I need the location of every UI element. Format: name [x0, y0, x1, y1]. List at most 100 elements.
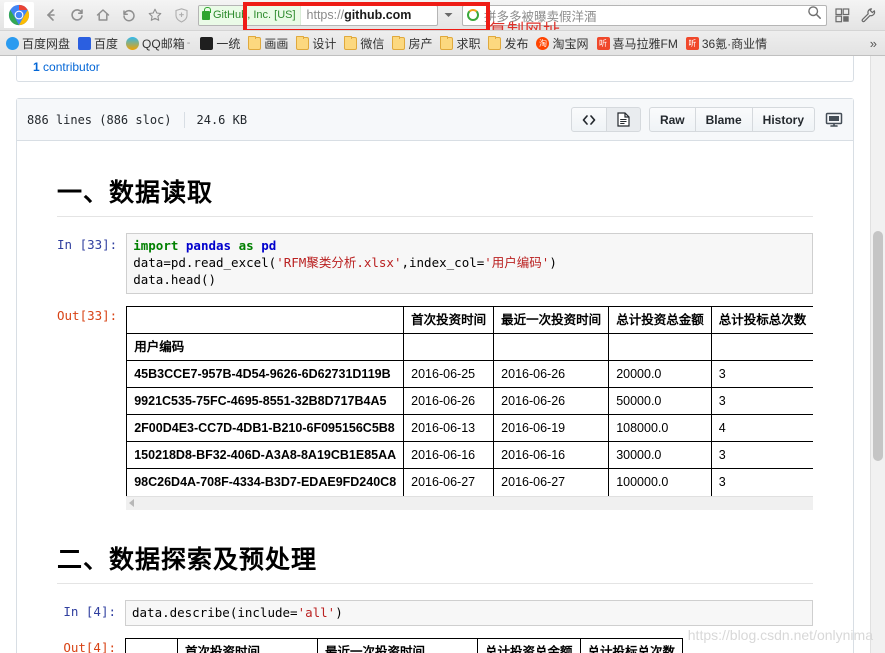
site-identity-badge[interactable]: GitHub, Inc. [US]: [199, 5, 301, 25]
bookmark-qqmail[interactable]: QQ邮箱 -: [122, 33, 196, 54]
index-name-cell: 用户编码: [126, 332, 405, 361]
apps-grid-icon[interactable]: [829, 3, 855, 27]
bookmark-star-icon[interactable]: [142, 3, 168, 27]
back-button[interactable]: [38, 3, 64, 27]
column-header: 总计投标总次数: [710, 305, 813, 334]
code-token-import: import: [133, 238, 179, 253]
bookmark-folder-weixin[interactable]: 微信: [340, 33, 388, 54]
bookmark-folder-sheji[interactable]: 设计: [292, 33, 340, 54]
cell: 30000.0: [608, 441, 712, 470]
page-scrollbar[interactable]: [870, 56, 885, 653]
bookmark-folder-fabu[interactable]: 发布: [484, 33, 532, 54]
site-identity-label: GitHub, Inc. [US]: [213, 9, 296, 21]
column-header: 总计投资总金额: [477, 638, 581, 653]
cell: 2016-06-26: [403, 386, 495, 416]
corner-cell: [125, 638, 178, 653]
table-horizontal-scrollbar[interactable]: [126, 495, 813, 510]
bookmark-label: 发布: [504, 36, 529, 51]
bookmark-label: 百度网盘: [22, 36, 71, 51]
in-prompt-4: In [4]:: [63, 603, 116, 619]
code-line2-str1: 'RFM聚类分析.xlsx': [276, 254, 402, 270]
file-box: 886 lines (886 sloc) 24.6 KB Raw Blame H…: [16, 98, 854, 653]
bookmark-yitong[interactable]: 一统: [196, 33, 244, 54]
history-button[interactable]: [116, 3, 142, 27]
cell: 3: [710, 468, 813, 497]
bookmark-folder-qiuzhi[interactable]: 求职: [436, 33, 484, 54]
cell: 2016-06-19: [493, 414, 610, 443]
url-dropdown-icon[interactable]: [440, 5, 456, 26]
raw-button[interactable]: Raw: [648, 107, 696, 132]
bookmark-36kr[interactable]: 听 36氪·商业情: [682, 33, 771, 54]
table-row: 98C26D4A-708F-4334-B3D7-EDAE9FD240C8 201…: [126, 468, 813, 497]
folder-icon: [392, 35, 406, 50]
bookmark-taobao[interactable]: 淘 淘宝网: [532, 33, 592, 54]
shield-icon[interactable]: [168, 3, 194, 27]
dataframe-table-1: 首次投资时间 最近一次投资时间 总计投资总金额 总计投标总次数 用户编码 45B…: [126, 305, 813, 497]
lock-icon: [202, 6, 211, 20]
open-in-desktop-icon[interactable]: [825, 112, 843, 128]
table-index-name-row: 用户编码: [126, 332, 813, 361]
folder-icon: [248, 35, 262, 50]
bookmark-label: 淘宝网: [552, 36, 589, 51]
file-meta-divider: [183, 111, 185, 128]
bookmarks-overflow-button[interactable]: »: [864, 36, 883, 51]
code-view-button[interactable]: [570, 107, 607, 132]
preview-view-button[interactable]: [605, 107, 641, 132]
history-button[interactable]: History: [751, 107, 815, 132]
folder-icon: [440, 35, 454, 50]
out-prompt-33: Out[33]:: [57, 307, 118, 323]
home-button[interactable]: [90, 3, 116, 27]
contributors-link[interactable]: 1 contributor: [33, 60, 100, 74]
url-scheme: https://: [306, 8, 345, 22]
dataframe-output-1: 首次投资时间 最近一次投资时间 总计投资总金额 总计投标总次数 用户编码 45B…: [126, 304, 813, 510]
notebook-output-cell-33: Out[33]: 首次投资时间 最近一次投资时间 总计投资总金额 总计投标总次数…: [57, 304, 813, 510]
bookmark-baidupan[interactable]: 百度网盘: [2, 33, 74, 54]
bookmark-label: 设计: [312, 36, 337, 51]
cell: 2016-06-26: [493, 359, 610, 389]
code-token-pandas: pandas: [185, 238, 232, 253]
dataframe-table-2: 首次投资时间 最近一次投资时间 总计投资总金额 总计投标总次数 count: [125, 638, 684, 653]
code-token-pd: pd: [261, 238, 277, 253]
contributors-count: 1: [33, 60, 40, 74]
code-editor-33[interactable]: import pandas as pd data=pd.read_excel('…: [126, 233, 813, 294]
folder-icon: [344, 35, 358, 50]
address-bar[interactable]: GitHub, Inc. [US] https://github.com: [198, 4, 438, 26]
bookmark-baidu[interactable]: 百度: [74, 33, 122, 54]
view-toggle-group: [570, 107, 641, 132]
baidu-icon: [78, 36, 92, 50]
in-prompt-33: In [33]:: [57, 237, 118, 252]
cell: 3: [710, 441, 813, 470]
blank-cell: [493, 332, 610, 361]
code-line2-pre: data=pd.read_excel(: [133, 254, 277, 270]
corner-cell: [126, 305, 405, 334]
search-icon[interactable]: [807, 5, 822, 25]
bookmark-ximalaya[interactable]: 听 喜马拉雅FM: [593, 33, 682, 54]
folder-icon: [296, 35, 310, 50]
cell: 4: [710, 414, 813, 443]
wrench-icon[interactable]: [855, 3, 881, 27]
bookmark-folder-fangchan[interactable]: 房产: [388, 33, 436, 54]
blame-button[interactable]: Blame: [694, 107, 753, 132]
column-header: 最近一次投资时间: [317, 638, 478, 653]
bookmark-folder-huahua[interactable]: 画画: [244, 33, 292, 54]
reload-button[interactable]: [64, 3, 90, 27]
blank-cell: [403, 332, 495, 361]
row-index: 9921C535-75FC-4695-8551-32B8D717B4A5: [126, 386, 405, 416]
code-describe-str: 'all': [297, 604, 336, 620]
code-describe-pre: data.describe(include=: [132, 604, 298, 620]
ximalaya-icon: 听: [596, 36, 610, 50]
row-index: 45B3CCE7-957B-4D54-9626-6D62731D119B: [126, 359, 405, 389]
blank-cell: [710, 332, 813, 361]
scroll-left-arrow-icon[interactable]: [129, 499, 135, 507]
column-header: 总计投标总次数: [579, 638, 684, 653]
code-editor-4[interactable]: data.describe(include='all'): [125, 599, 813, 627]
bookmark-label: 百度: [94, 36, 119, 51]
section-title-2: 二、数据探索及预处理: [57, 540, 813, 584]
cell: 3: [710, 359, 813, 389]
page-scrollbar-thumb[interactable]: [873, 231, 883, 461]
cell: 20000.0: [608, 359, 712, 389]
bookmark-label: 一统: [216, 36, 241, 51]
code-line2-post: ): [549, 254, 557, 270]
cell: 2016-06-16: [403, 441, 495, 470]
url-host: github.com: [344, 8, 412, 22]
